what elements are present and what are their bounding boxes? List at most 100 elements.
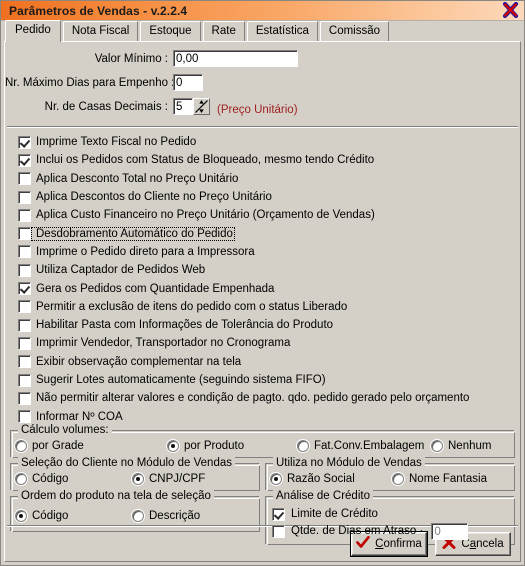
checkbox-input[interactable] [18, 190, 31, 204]
preco-unitario-note: (Preço Unitário) [217, 104, 298, 116]
checkbox-input[interactable] [18, 153, 31, 167]
dias-empenho-input[interactable]: 0 [173, 74, 203, 91]
checkbox-row[interactable]: Inclui os Pedidos com Status de Bloquead… [18, 151, 520, 169]
radio-label: Código [32, 472, 69, 485]
checkbox-row[interactable]: Imprimir Vendedor, Transportador no Cron… [18, 334, 520, 352]
checkbox-row-dias-atraso[interactable]: Qtde. de Dias em Atraso · 0 [272, 522, 510, 540]
checkbox-input[interactable] [18, 208, 31, 222]
tab-label: Rate [211, 25, 236, 37]
tab-estatistica[interactable]: Estatística [246, 21, 318, 41]
checkbox-input[interactable] [18, 282, 31, 296]
tab-pedido[interactable]: Pedido [5, 20, 61, 42]
checkbox-row[interactable]: Imprime Texto Fiscal no Pedido [18, 133, 520, 151]
spinner-up-down-icon[interactable] [193, 98, 210, 115]
dias-atraso-input[interactable]: 0 [431, 522, 469, 540]
radio-fat-conv-embalagem[interactable]: Fat.Conv.Embalagem [297, 439, 431, 452]
checkbox-label: Gera os Pedidos com Quantidade Empenhada [36, 282, 275, 295]
top-fields: Valor Mínimo : 0,00 Nr. Máximo Dias para… [5, 42, 520, 124]
radio-ordem-descricao[interactable]: Descrição [132, 509, 200, 522]
checkbox-input[interactable] [18, 245, 31, 259]
checkbox-label: Inclui os Pedidos com Status de Bloquead… [36, 154, 375, 167]
checkbox-row[interactable]: Aplica Descontos do Cliente no Preço Uni… [18, 188, 520, 206]
checkbox-row[interactable]: Utiliza Captador de Pedidos Web [18, 261, 520, 279]
checkbox-label: Utiliza Captador de Pedidos Web [36, 264, 206, 277]
radio-ordem-codigo[interactable]: Código [15, 509, 132, 522]
checkbox-row[interactable]: Aplica Desconto Total no Preço Unitário [18, 170, 520, 188]
casas-decimais-stepper[interactable]: 5 [173, 98, 210, 115]
radio-nome-fantasia[interactable]: Nome Fantasia [392, 472, 487, 485]
checkbox-label: Imprime o Pedido direto para a Impressor… [36, 245, 255, 258]
checkbox-row-limite-credito[interactable]: Limite de Crédito [272, 506, 510, 523]
checkbox-row[interactable]: Habilitar Pasta com Informações de Toler… [18, 316, 520, 334]
tab-estoque[interactable]: Estoque [140, 21, 201, 41]
radio-selecao-codigo[interactable]: Código [15, 472, 132, 485]
radio-label: Código [32, 509, 69, 522]
checkbox-input[interactable] [272, 507, 285, 521]
group-utiliza-modulo-vendas: Utiliza no Módulo de Vendas Razão Social… [265, 456, 515, 491]
casas-decimais-input[interactable]: 5 [173, 98, 193, 115]
checkbox-row[interactable]: Aplica Custo Financeiro no Preço Unitári… [18, 206, 520, 224]
radio-por-grade[interactable]: por Grade [15, 439, 167, 452]
radio-input[interactable] [15, 439, 27, 452]
radio-input[interactable] [15, 509, 27, 522]
radio-nenhum[interactable]: Nenhum [431, 439, 492, 452]
tab-nota-fiscal[interactable]: Nota Fiscal [62, 21, 139, 41]
checkbox-input[interactable] [18, 172, 31, 186]
checkbox-label: Exibir observação complementar na tela [36, 355, 242, 368]
checkbox-label: Imprime Texto Fiscal no Pedido [36, 136, 197, 149]
field-casas-decimais: Nr. de Casas Decimais : 5 (Preço Unitári… [5, 96, 520, 117]
checkbox-label: Habilitar Pasta com Informações de Toler… [36, 319, 334, 332]
tab-panel-pedido: Valor Mínimo : 0,00 Nr. Máximo Dias para… [4, 41, 521, 562]
radio-input[interactable] [132, 509, 144, 522]
checkbox-label: Desdobramento Automático do Pedido [31, 226, 235, 241]
group-selecao-cliente: Seleção do Cliente no Módulo de Vendas C… [10, 456, 260, 491]
checkbox-label: Aplica Descontos do Cliente no Preço Uni… [36, 191, 272, 204]
group-calculo-volumes: Cálculo volumes: por Grade por Produto F… [10, 423, 515, 458]
checkbox-input[interactable] [18, 135, 31, 149]
checkbox-input[interactable] [18, 410, 31, 424]
window-titlebar: Parâmetros de Vendas - v.2.2.4 [1, 1, 524, 21]
group-body: Código Descrição [11, 497, 259, 531]
checkbox-input[interactable] [18, 336, 31, 350]
checkbox-row[interactable]: Não permitir alterar valores e condição … [18, 389, 520, 407]
radio-input[interactable] [392, 472, 404, 485]
radio-label: Nenhum [448, 439, 492, 452]
radio-label: por Produto [184, 439, 245, 452]
radio-input[interactable] [167, 439, 179, 452]
checkbox-label: Imprimir Vendedor, Transportador no Cron… [36, 337, 291, 350]
field-dias-empenho: Nr. Máximo Dias para Empenho : 0 [5, 72, 520, 93]
radio-label: por Grade [32, 439, 84, 452]
checkbox-input[interactable] [18, 318, 31, 332]
checkbox-row[interactable]: Sugerir Lotes automaticamente (seguindo … [18, 371, 520, 389]
checkbox-label: Qtde. de Dias em Atraso · [291, 525, 424, 538]
checkbox-row[interactable]: Imprime o Pedido direto para a Impressor… [18, 243, 520, 261]
tab-comissao[interactable]: Comissão [319, 21, 390, 41]
radio-input[interactable] [132, 472, 144, 485]
close-x-icon[interactable] [502, 1, 519, 19]
checkbox-input[interactable] [272, 524, 285, 538]
checkbox-input[interactable] [18, 355, 31, 369]
radio-input[interactable] [270, 472, 282, 485]
radio-input[interactable] [431, 439, 443, 452]
valor-minimo-input[interactable]: 0,00 [173, 50, 298, 67]
tab-label: Comissão [328, 25, 381, 37]
checkbox-label: Aplica Desconto Total no Preço Unitário [36, 172, 239, 185]
tab-rate[interactable]: Rate [202, 21, 245, 41]
group-title: Análise de Crédito [273, 489, 373, 502]
field-valor-minimo: Valor Mínimo : 0,00 [5, 48, 520, 69]
radio-por-produto[interactable]: por Produto [167, 439, 297, 452]
checkbox-row[interactable]: Gera os Pedidos com Quantidade Empenhada [18, 279, 520, 297]
group-title: Seleção do Cliente no Módulo de Vendas [18, 456, 235, 469]
radio-razao-social[interactable]: Razão Social [270, 472, 392, 485]
radio-selecao-cnpj-cpf[interactable]: CNPJ/CPF [132, 472, 205, 485]
checkbox-row[interactable]: Desdobramento Automático do Pedido [18, 224, 520, 242]
checkbox-input[interactable] [18, 300, 31, 314]
checkbox-input[interactable] [18, 391, 31, 405]
radio-input[interactable] [15, 472, 27, 485]
radio-input[interactable] [297, 439, 309, 452]
checkbox-row[interactable]: Permitir a exclusão de itens do pedido c… [18, 298, 520, 316]
checkbox-row[interactable]: Exibir observação complementar na tela [18, 353, 520, 371]
checkbox-input[interactable] [18, 227, 31, 241]
checkbox-input[interactable] [18, 373, 31, 387]
checkbox-input[interactable] [18, 263, 31, 277]
